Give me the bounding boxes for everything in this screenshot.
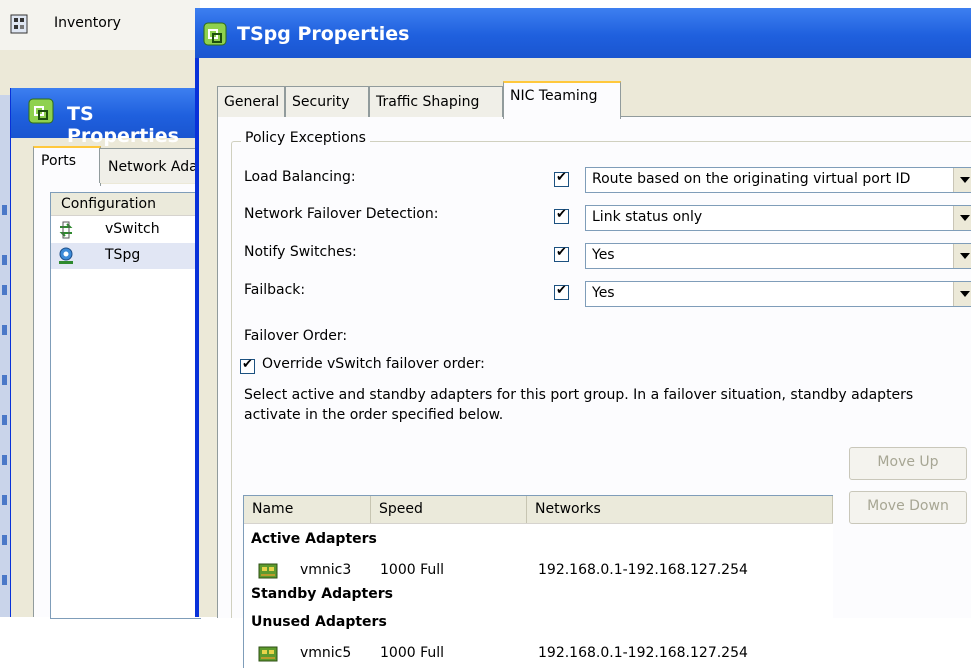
chevron-down-icon[interactable]	[953, 206, 971, 230]
nic-icon	[258, 646, 278, 662]
override-failover-order-checkbox[interactable]	[240, 357, 255, 374]
ts-title-bar[interactable]: TS Properties	[11, 88, 201, 147]
column-name-label: Name	[252, 501, 294, 517]
tab-ports-label: Ports	[41, 153, 77, 169]
properties-icon	[203, 22, 227, 46]
load-balancing-select[interactable]: Route based on the originating virtual p…	[585, 167, 971, 193]
ts-window-title: TS Properties	[67, 103, 179, 147]
list-item-label: TSpg	[105, 247, 141, 263]
chevron-down-icon[interactable]	[953, 244, 971, 268]
adapter-name: vmnic5	[300, 645, 352, 661]
standby-adapters-header: Standby Adapters	[251, 586, 393, 602]
adapter-networks: 192.168.0.1-192.168.127.254	[538, 562, 748, 578]
tab-security[interactable]: Security	[285, 86, 369, 117]
column-speed-label: Speed	[379, 501, 423, 517]
adapters-list[interactable]: Name Speed Networks Active Adapters vmni…	[243, 495, 833, 668]
column-header-networks[interactable]: Networks	[527, 496, 833, 523]
column-header-speed[interactable]: Speed	[371, 496, 527, 523]
tab-security-label: Security	[292, 94, 350, 110]
failback-override-checkbox[interactable]	[554, 283, 569, 300]
chevron-down-icon[interactable]	[953, 168, 971, 192]
failback-label: Failback:	[244, 282, 306, 298]
table-row[interactable]: vmnic5 1000 Full 192.168.0.1-192.168.127…	[244, 641, 833, 667]
list-item-tspg[interactable]: TSpg	[51, 243, 201, 269]
tab-general-label: General	[224, 94, 280, 110]
properties-icon	[28, 98, 54, 124]
notify-switches-value: Yes	[592, 247, 615, 263]
inventory-icon	[10, 14, 28, 34]
failover-detection-override-checkbox[interactable]	[554, 207, 569, 224]
tab-traffic-shaping[interactable]: Traffic Shaping	[369, 86, 503, 117]
table-row[interactable]: vmnic3 1000 Full 192.168.0.1-192.168.127…	[244, 558, 833, 584]
vswitch-icon	[59, 221, 73, 239]
ts-configuration-list[interactable]: Configuration vSwitch TSpg	[50, 192, 201, 619]
move-up-button[interactable]: Move Up	[849, 447, 967, 480]
tab-ports[interactable]: Ports	[33, 146, 101, 186]
portgroup-icon	[59, 247, 73, 264]
column-networks-label: Networks	[535, 501, 601, 517]
nic-icon	[258, 563, 278, 579]
inventory-label[interactable]: Inventory	[54, 15, 121, 31]
list-item-vswitch[interactable]: vSwitch	[51, 217, 201, 243]
failover-detection-value: Link status only	[592, 209, 703, 225]
failback-select[interactable]: Yes	[585, 281, 971, 307]
configuration-column-header[interactable]: Configuration	[51, 193, 201, 216]
override-failover-order-label: Override vSwitch failover order:	[262, 356, 485, 372]
adapters-list-header: Name Speed Networks	[244, 496, 833, 524]
left-edge-strip	[0, 95, 10, 617]
notify-switches-select[interactable]: Yes	[585, 243, 971, 269]
load-balancing-label: Load Balancing:	[244, 169, 356, 185]
dialog-title-bar[interactable]: TSpg Properties	[195, 8, 971, 58]
adapter-speed: 1000 Full	[380, 645, 445, 661]
configuration-header-label: Configuration	[61, 196, 156, 212]
list-item-label: vSwitch	[105, 221, 160, 237]
load-balancing-override-checkbox[interactable]	[554, 170, 569, 187]
failover-detection-label: Network Failover Detection:	[244, 206, 439, 222]
move-down-button[interactable]: Move Down	[849, 491, 967, 524]
adapter-name: vmnic3	[300, 562, 352, 578]
chevron-down-icon[interactable]	[953, 282, 971, 306]
tspg-properties-dialog: TSpg Properties General Security Traffic…	[195, 8, 971, 668]
notify-switches-override-checkbox[interactable]	[554, 245, 569, 262]
adapter-speed: 1000 Full	[380, 562, 445, 578]
dialog-title: TSpg Properties	[237, 23, 410, 45]
unused-adapters-header: Unused Adapters	[251, 614, 387, 630]
tab-nic-teaming[interactable]: NIC Teaming	[503, 81, 621, 119]
notify-switches-label: Notify Switches:	[244, 244, 357, 260]
column-header-name[interactable]: Name	[244, 496, 371, 523]
tab-nic-teaming-label: NIC Teaming	[510, 88, 598, 104]
dialog-body: General Security Traffic Shaping NIC Tea…	[199, 58, 971, 668]
active-adapters-header: Active Adapters	[251, 531, 377, 547]
adapter-networks: 192.168.0.1-192.168.127.254	[538, 645, 748, 661]
failover-order-label: Failover Order:	[244, 328, 348, 344]
tab-traffic-shaping-label: Traffic Shaping	[376, 94, 480, 110]
failback-value: Yes	[592, 285, 615, 301]
failover-detection-select[interactable]: Link status only	[585, 205, 971, 231]
failover-description: Select active and standby adapters for t…	[244, 387, 914, 423]
load-balancing-value: Route based on the originating virtual p…	[592, 171, 911, 187]
policy-exceptions-legend: Policy Exceptions	[241, 130, 370, 146]
tab-general[interactable]: General	[217, 86, 285, 117]
